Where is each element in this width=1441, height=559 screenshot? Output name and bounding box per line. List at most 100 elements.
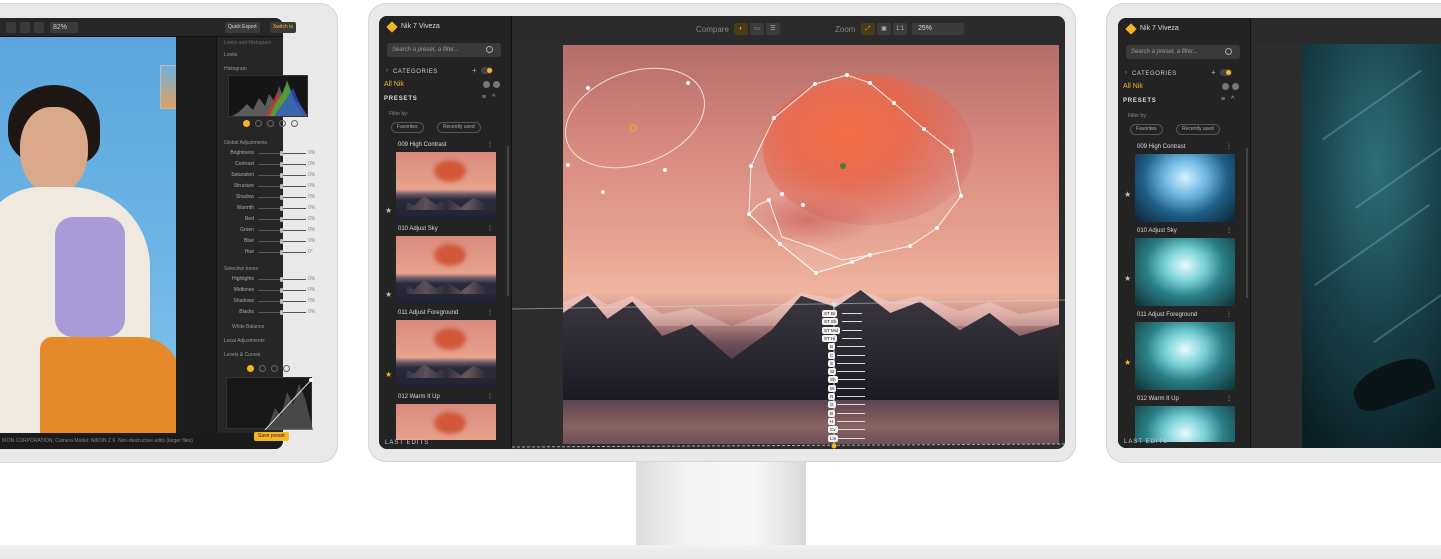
slider-row[interactable]: Midtones 0% [224,286,316,295]
global-adjustments-label[interactable]: Global Adjustments [224,140,267,146]
slider-handle[interactable] [280,195,283,200]
preset-thumbnail[interactable] [396,152,496,220]
curve-channel-button[interactable] [283,365,290,372]
levels-curves-label[interactable]: Levels & Curves [224,352,260,358]
control-slider-track[interactable] [837,362,865,364]
recently-used-filter[interactable]: Recently used [437,122,481,133]
search-icon[interactable] [1225,48,1232,55]
control-slider-track[interactable] [837,437,865,439]
toggle-icon[interactable] [1220,69,1232,76]
slider-handle[interactable] [280,239,283,244]
compare-icon[interactable]: ◐ [734,23,748,35]
preset-thumbnail[interactable] [396,236,496,304]
slider-row[interactable]: Blue 0% [224,237,316,246]
more-icon[interactable]: ⋮ [1226,143,1232,150]
slider-row[interactable]: Blacks 0% [224,308,316,317]
slider-row[interactable]: Brightness 0% [224,149,316,158]
curve-channel-button[interactable] [259,365,266,372]
control-slider-tag[interactable]: S [828,359,836,367]
search-input[interactable]: Search a preset, a filter... [1126,45,1240,59]
slider-handle[interactable] [280,206,283,211]
category-remove-icon[interactable] [1232,83,1239,90]
save-preset-button[interactable]: Save preset [254,432,289,441]
category-add-icon[interactable] [483,81,490,88]
slider-handle[interactable] [280,228,283,233]
slider-row[interactable]: Shadow 0% [224,193,316,202]
image-canvas[interactable]: ST Br ST Sh ST Mid ST Hi B C S St Sh W R G B H Cv Lm [512,42,1065,449]
channel-button[interactable] [291,120,298,127]
slider-handle[interactable] [280,151,283,156]
zoom-fill-icon[interactable]: ▣ [877,23,891,35]
slider-row[interactable]: Structure 0% [224,182,316,191]
control-slider-tag[interactable]: H [828,417,836,425]
selective-tones-label[interactable]: Selective tones [224,266,258,272]
slider-handle[interactable] [280,184,283,189]
favorites-filter[interactable]: Favorites [1130,124,1163,135]
slider-row[interactable]: Contrast 0% [224,160,316,169]
control-slider-track[interactable] [842,329,862,331]
star-icon[interactable]: ★ [385,290,392,299]
control-slider-tag[interactable]: W [828,384,837,392]
control-slider-track[interactable] [837,396,865,397]
channel-button[interactable] [267,120,274,127]
categories-label[interactable]: CATEGORIES [1132,71,1177,77]
control-slider-track[interactable] [837,387,865,389]
preset-item[interactable]: 011 Adjust Foreground ⋮ [1135,310,1235,394]
preset-item[interactable]: 011 Adjust Foreground ⋮ [396,308,496,392]
slider-row[interactable]: Red 0% [224,215,316,224]
preset-thumbnail[interactable] [1135,406,1235,442]
looks-label[interactable]: Looks [224,52,237,58]
preset-item[interactable]: 012 Warm It Up ⋮ [396,392,496,440]
all-nik-category[interactable]: All Nik [384,81,404,88]
star-icon[interactable]: ★ [385,370,392,379]
control-slider-tag[interactable]: ST Hi [822,334,838,342]
more-icon[interactable]: ⋮ [487,225,493,232]
control-slider-tag[interactable]: C [828,351,836,359]
curve-channel-button[interactable] [247,365,254,372]
star-icon[interactable]: ★ [1124,274,1131,283]
control-slider-track[interactable] [837,354,865,356]
last-edits-label[interactable]: LAST EDITS [385,440,429,446]
zoom-fit-icon[interactable]: ⤢ [861,23,875,35]
plus-icon[interactable]: + [472,66,477,75]
control-slider-tag[interactable]: St [828,368,837,376]
star-icon[interactable]: ★ [1124,358,1131,367]
split-view-icon[interactable]: ▭ [750,23,764,35]
control-slider-track[interactable] [837,379,865,381]
toggle-icon[interactable] [481,67,493,74]
channel-button[interactable] [279,120,286,127]
more-icon[interactable]: ⋮ [1226,227,1232,234]
recently-used-filter[interactable]: Recently used [1176,124,1220,135]
slider-handle[interactable] [280,250,283,255]
all-nik-category[interactable]: All Nik [1123,83,1143,90]
control-slider-tag[interactable]: B [828,343,836,351]
control-slider-track[interactable] [837,404,865,406]
slider-handle[interactable] [280,162,283,167]
control-slider-tag[interactable]: ST Br [822,310,838,317]
control-slider-tag[interactable]: ST Mid [822,326,841,334]
chevron-right-icon[interactable]: › [1125,70,1127,76]
channel-button[interactable] [255,120,262,127]
slider-row[interactable]: Hue 0° [224,248,316,257]
preset-thumbnail[interactable] [1135,322,1235,390]
slider-handle[interactable] [280,173,283,178]
slider-handle[interactable] [280,310,283,315]
slider-row[interactable]: Saturation 0% [224,171,316,180]
zoom-select[interactable]: 25% [912,23,964,35]
curves-editor[interactable] [226,377,313,431]
list-icon[interactable]: ≡ [1221,96,1225,103]
slider-handle[interactable] [280,299,283,304]
star-icon[interactable]: ★ [1124,190,1131,199]
local-adjustments-label[interactable]: Local Adjustments [224,338,265,344]
preset-item[interactable]: 009 High Contrast ⋮ [396,140,496,224]
slider-row[interactable]: Shadows 0% [224,297,316,306]
control-slider-track[interactable] [842,321,862,323]
more-icon[interactable]: ⋮ [487,141,493,148]
preset-thumbnail[interactable] [1135,238,1235,306]
control-slider-track[interactable] [842,337,862,339]
toolbar-button[interactable] [6,22,16,33]
preset-item[interactable]: 009 High Contrast ⋮ [1135,142,1235,226]
list-icon[interactable]: ≡ [482,94,486,101]
preset-thumbnail[interactable] [396,404,496,440]
chevron-right-icon[interactable]: › [386,68,388,74]
